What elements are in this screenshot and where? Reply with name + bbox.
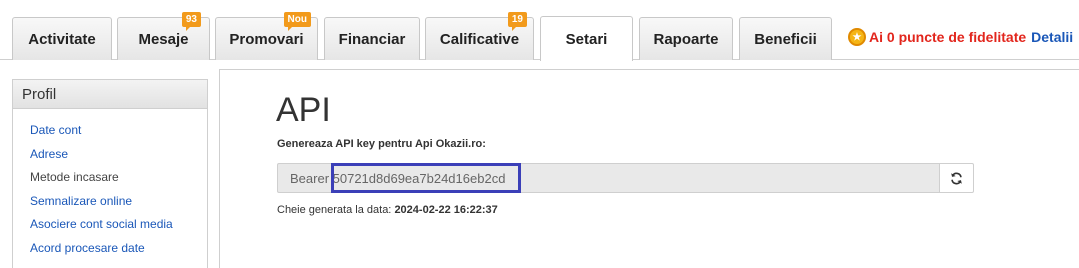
refresh-icon [951,172,962,184]
tab-label: Activitate [28,30,96,48]
sidebar-item-metode-incasare[interactable]: Metode incasare [30,166,207,190]
fidelity-points: ★ Ai 0 puncte de fidelitate Detalii [848,27,1073,47]
tab-label: Setari [565,30,608,48]
key-generated-value: 2024-02-22 16:22:37 [394,204,498,216]
tab-label: Calificative [439,30,520,48]
fidelity-points-text: Ai 0 puncte de fidelitate [869,29,1027,45]
new-badge: Nou [283,12,311,31]
page: Activitate Mesaje 93 Promovari Nou Finan… [0,0,1079,268]
sidebar-item-semnalizare-online[interactable]: Semnalizare online [30,190,207,214]
api-key-row [277,163,974,193]
tab-calificative[interactable]: Calificative 19 [425,12,534,60]
tab-rapoarte[interactable]: Rapoarte [639,17,733,60]
sidebar-menu: Date cont Adrese Metode incasare Semnali… [13,109,207,260]
sidebar-item-asociere-social-media[interactable]: Asociere cont social media [30,213,207,237]
tab-label: Promovari [229,30,304,48]
api-key-label: Genereaza API key pentru Api Okazii.ro: [277,138,486,150]
tab-label: Rapoarte [653,30,719,48]
rating-count-badge: 19 [507,12,527,31]
tab-label: Financiar [338,30,406,48]
tab-mesaje[interactable]: Mesaje 93 [117,12,210,60]
tab-activitate[interactable]: Activitate [12,17,112,60]
api-key-input[interactable] [277,163,939,193]
regenerate-key-button[interactable] [939,163,974,193]
sidebar-item-acord-procesare-date[interactable]: Acord procesare date [30,237,207,261]
page-title: API [276,91,331,129]
sidebar-item-adrese[interactable]: Adrese [30,143,207,167]
tab-label: Beneficii [754,30,817,48]
fidelity-details-link[interactable]: Detalii [1031,29,1073,45]
tab-financiar[interactable]: Financiar [324,17,420,60]
tab-label: Mesaje [138,30,189,48]
key-generated-label: Cheie generata la data: [277,204,392,216]
tab-beneficii[interactable]: Beneficii [739,17,832,60]
tab-setari[interactable]: Setari [540,16,633,61]
sidebar-title: Profil [13,80,207,109]
main-tab-bar: Activitate Mesaje 93 Promovari Nou Finan… [0,0,1079,61]
unread-count-badge: 93 [181,12,201,31]
star-coin-icon: ★ [848,28,866,46]
sidebar-item-date-cont[interactable]: Date cont [30,119,207,143]
main-content: API Genereaza API key pentru Api Okazii.… [219,69,1079,268]
profile-sidebar: Profil Date cont Adrese Metode incasare … [12,79,208,268]
tab-promovari[interactable]: Promovari Nou [215,12,318,60]
key-generated-date: Cheie generata la data: 2024-02-22 16:22… [277,204,498,216]
